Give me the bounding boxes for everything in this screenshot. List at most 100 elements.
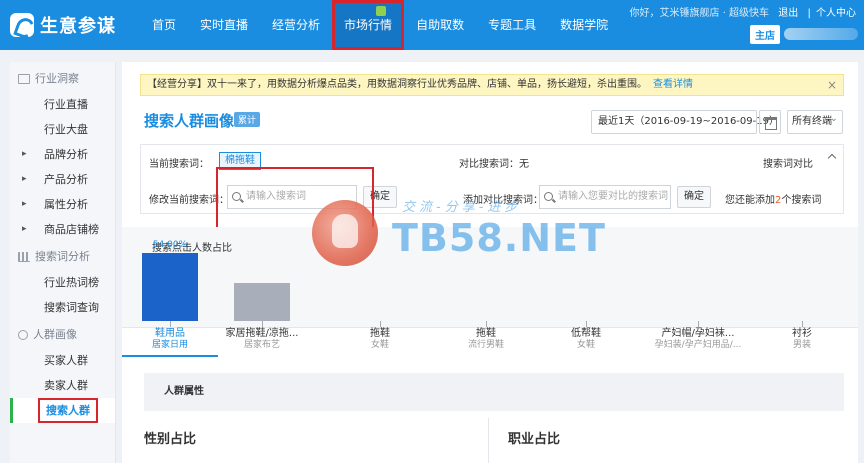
store-name-blurred: [784, 28, 858, 40]
store-badge[interactable]: 主店: [750, 25, 780, 44]
sidebar-item-product[interactable]: 产品分析: [10, 167, 115, 192]
axis-tick: [170, 321, 171, 327]
sidebar-item-brand[interactable]: 品牌分析: [10, 142, 115, 167]
category-label: 低帮鞋: [571, 328, 601, 339]
notice-banner: 【经营分享】双十一来了，用数据分析爆点品类，用数据洞察行业优秀品牌、店铺、单品，…: [140, 74, 844, 96]
category-label: 衬衫: [792, 328, 812, 339]
axis-tick: [698, 321, 699, 327]
sidebar: 行业洞察 行业直播 行业大盘 品牌分析 产品分析 属性分析 商品店铺榜 搜索词分…: [10, 62, 116, 463]
page-title: 搜索人群画像: [144, 112, 235, 130]
user-greeting: 你好，艾米锤旗舰店 · 超级快车: [629, 8, 770, 19]
category-tab-0[interactable]: 鞋用品 居家日用: [122, 328, 218, 357]
sidebar-group-title: 人群画像: [33, 328, 77, 341]
calendar-icon[interactable]: [759, 110, 781, 134]
category-tab-1[interactable]: 家居拖鞋/凉拖... 居家布艺: [214, 328, 310, 351]
add-compare-label: 添加对比搜索词：: [463, 195, 543, 206]
add-compare-placeholder: 请输入您要对比的搜索词: [558, 191, 668, 202]
nav-realtime[interactable]: 实时直播: [188, 0, 260, 50]
new-badge-icon: [376, 6, 387, 16]
sidebar-group-crowd: 人群画像: [10, 322, 115, 348]
top-separator: |: [807, 8, 811, 19]
category-sublabel: 流行男鞋: [467, 340, 504, 350]
sidebar-item-hot-words[interactable]: 行业热词榜: [10, 270, 115, 295]
axis-tick: [486, 321, 487, 327]
close-icon[interactable]: ×: [827, 75, 837, 95]
bar-data-label: 54.00%: [152, 240, 188, 250]
nav-tools[interactable]: 专题工具: [476, 0, 548, 50]
category-sublabel: 居家布艺: [243, 340, 280, 350]
logo-icon: [10, 13, 34, 37]
category-sublabel: 孕妇装/孕产妇用品/...: [654, 340, 742, 350]
personal-center-link[interactable]: 个人中心: [816, 8, 856, 19]
bar-chart-icon: [18, 252, 30, 262]
add-compare-input[interactable]: 请输入您要对比的搜索词: [539, 185, 671, 209]
sidebar-group-title: 行业洞察: [35, 72, 79, 85]
category-label: 鞋用品: [155, 328, 185, 339]
top-nav-bar: 生意参谋 首页 实时直播 经营分析 市场行情 自助取数 专题工具 数据学院 你好…: [0, 0, 864, 50]
logout-link[interactable]: 退出: [778, 8, 798, 19]
nav-home[interactable]: 首页: [140, 0, 188, 50]
sidebar-group-search: 搜索词分析: [10, 244, 115, 270]
category-label: 家居拖鞋/凉拖...: [225, 328, 299, 339]
sidebar-group-title: 搜索词分析: [35, 250, 90, 263]
cumulative-tag: 累计: [234, 112, 261, 127]
axis-tick: [802, 321, 803, 327]
device-select[interactable]: 所有终端: [787, 108, 843, 134]
remaining-prefix: 您还能添加: [725, 195, 775, 206]
gender-section-title: 性别占比: [144, 432, 197, 447]
sidebar-item-buyers[interactable]: 买家人群: [10, 348, 115, 373]
sidebar-item-attribute[interactable]: 属性分析: [10, 192, 115, 217]
category-tab-3[interactable]: 拖鞋 流行男鞋: [438, 328, 534, 351]
compare-keyword-label: 对比搜索词：无: [459, 159, 529, 170]
main-nav: 首页 实时直播 经营分析 市场行情 自助取数 专题工具 数据学院: [140, 0, 620, 50]
sidebar-item-label: 搜索人群: [38, 398, 98, 423]
bar-0[interactable]: [142, 253, 198, 321]
nav-market[interactable]: 市场行情: [332, 0, 405, 50]
bar-1[interactable]: [234, 283, 290, 321]
section-divider: [488, 418, 489, 463]
sidebar-group-industry: 行业洞察: [10, 66, 115, 92]
category-sublabel: 女鞋: [370, 340, 389, 350]
monitor-icon: [18, 74, 30, 84]
category-label: 拖鞋: [370, 328, 390, 339]
category-tab-4[interactable]: 低帮鞋 女鞋: [538, 328, 634, 351]
remaining-count-text: 您还能添加2个搜索词: [725, 191, 821, 206]
notice-link[interactable]: 查看详情: [653, 79, 693, 90]
nav-self-service[interactable]: 自助取数: [404, 0, 476, 50]
add-compare-confirm-button[interactable]: 确定: [677, 186, 711, 208]
axis-tick: [380, 321, 381, 327]
chevron-up-icon[interactable]: [827, 153, 837, 163]
category-label: 产妇帽/孕妇袜...: [661, 328, 735, 339]
sidebar-item-sellers[interactable]: 卖家人群: [10, 373, 115, 398]
occupation-section-title: 职业占比: [508, 432, 561, 447]
sidebar-item-industry-overview[interactable]: 行业大盘: [10, 117, 115, 142]
sidebar-item-word-query[interactable]: 搜索词查询: [10, 295, 115, 320]
sidebar-item-search-crowd[interactable]: 搜索人群: [10, 398, 115, 423]
axis-tick: [262, 321, 263, 327]
people-icon: [18, 330, 28, 340]
category-axis: 鞋用品 居家日用 家居拖鞋/凉拖... 居家布艺 拖鞋 女鞋 拖鞋 流行男鞋 低帮鞋 女鞋 产妇帽/…: [122, 327, 858, 359]
search-icon: [544, 192, 553, 201]
notice-text: 【经营分享】双十一来了，用数据分析爆点品类，用数据洞察行业优秀品牌、店铺、单品，…: [147, 79, 647, 90]
current-keyword-label: 当前搜索词：: [149, 159, 209, 170]
sidebar-item-ranking[interactable]: 商品店铺榜: [10, 217, 115, 242]
category-tab-5[interactable]: 产妇帽/孕妇袜... 孕妇装/孕产妇用品/...: [650, 328, 746, 351]
nav-academy[interactable]: 数据学院: [548, 0, 620, 50]
nav-market-label: 市场行情: [344, 18, 393, 32]
sidebar-item-industry-live[interactable]: 行业直播: [10, 92, 115, 117]
crowd-attribute-header: 人群属性: [144, 373, 844, 411]
category-tab-6[interactable]: 衬衫 男装: [754, 328, 850, 351]
main-content: 【经营分享】双十一来了，用数据分析爆点品类，用数据洞察行业优秀品牌、店铺、单品，…: [122, 62, 858, 463]
nav-business-analysis[interactable]: 经营分析: [260, 0, 332, 50]
remaining-suffix: 个搜索词: [781, 195, 822, 206]
highlight-box: [216, 167, 374, 230]
category-sublabel: 男装: [792, 340, 811, 350]
user-area: 你好，艾米锤旗舰店 · 超级快车 退出 | 个人中心: [630, 4, 856, 19]
date-range-select[interactable]: 最近1天（2016-09-19~2016-09-19）: [591, 110, 779, 134]
category-sublabel: 女鞋: [576, 340, 595, 350]
compare-toggle[interactable]: 搜索词对比: [763, 155, 813, 170]
axis-tick: [586, 321, 587, 327]
category-sublabel: 居家日用: [151, 340, 188, 350]
category-tab-2[interactable]: 拖鞋 女鞋: [332, 328, 428, 351]
logo[interactable]: 生意参谋: [10, 12, 116, 38]
